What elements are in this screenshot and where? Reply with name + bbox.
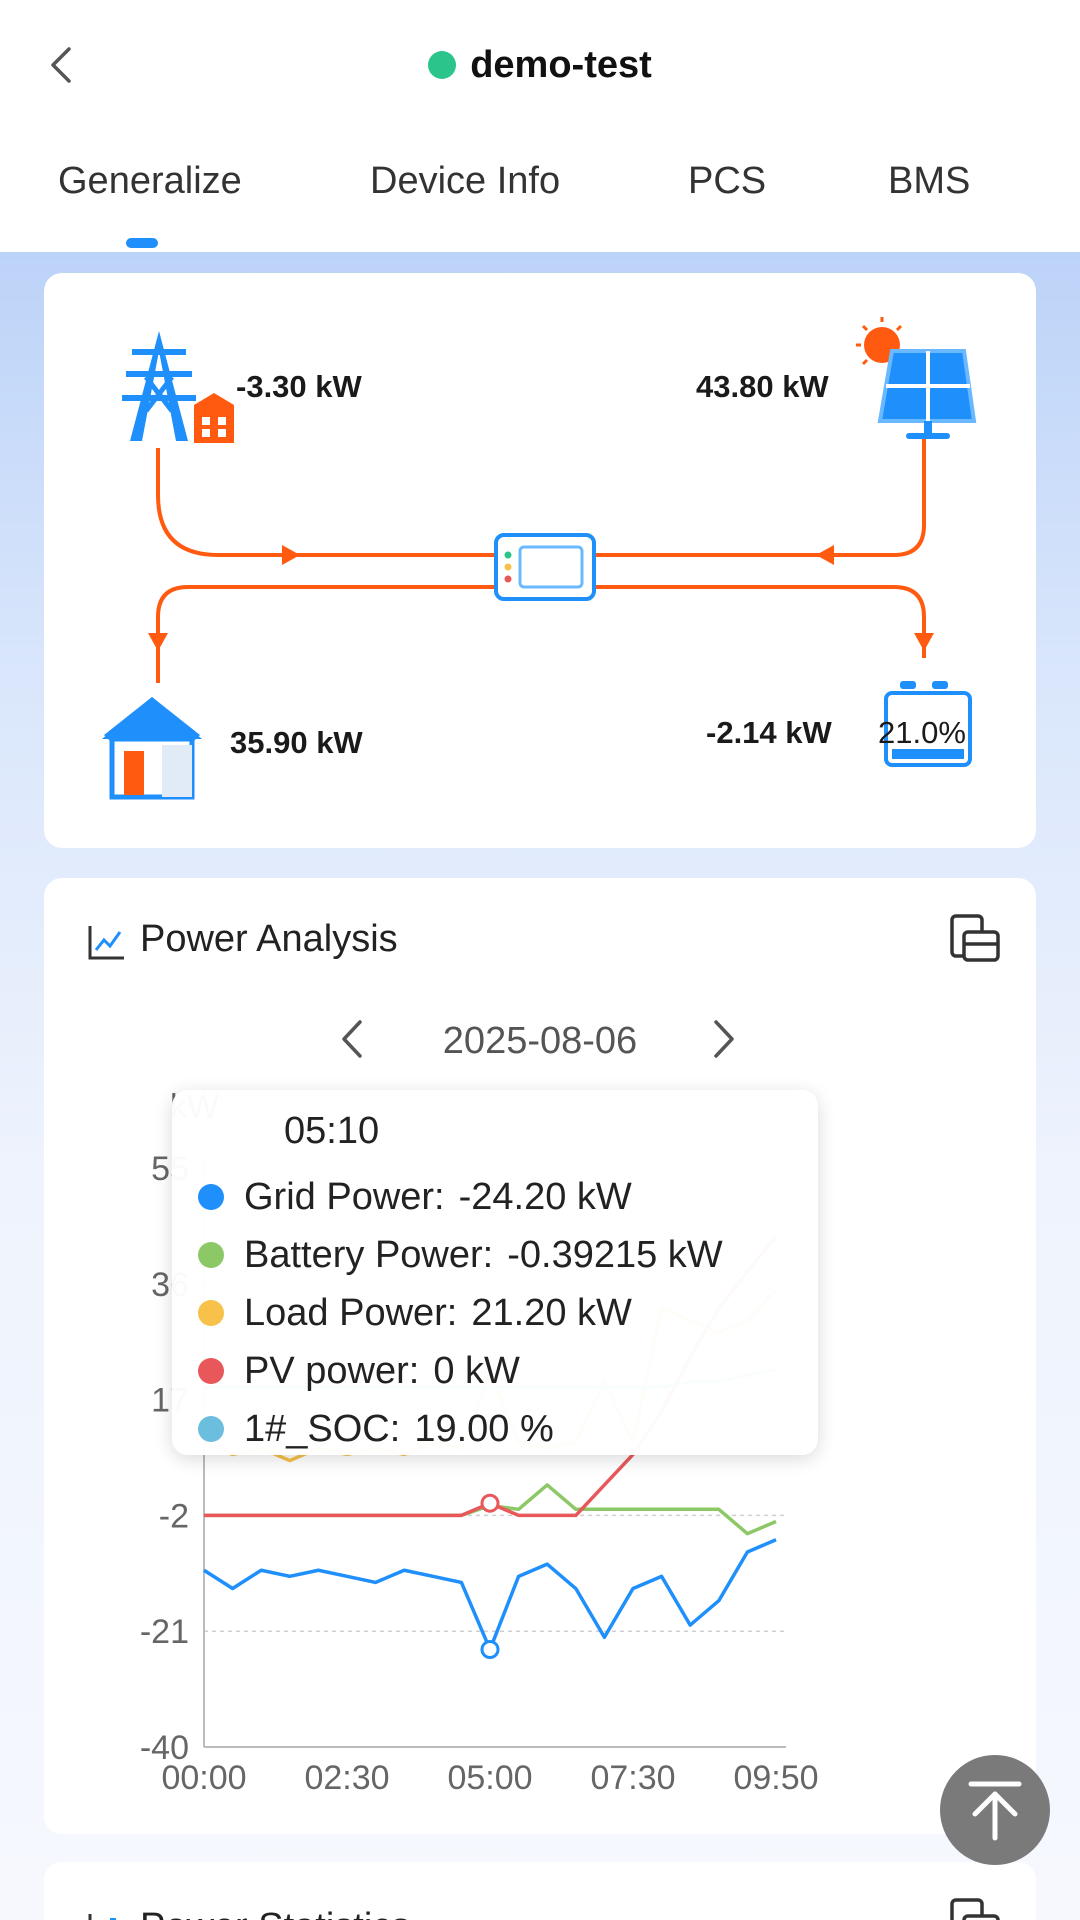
highlight-point bbox=[480, 1493, 500, 1513]
tooltip-series-value: 19.00 % bbox=[414, 1407, 554, 1450]
battery-soc-value: 21.0% bbox=[878, 715, 966, 750]
energy-flow-card: -3.30 kW 43.80 kW 35.90 kW -2.14 kW 21.0… bbox=[44, 273, 1036, 848]
energy-flow-diagram bbox=[102, 317, 977, 800]
grid-power-value: -3.30 kW bbox=[236, 369, 362, 404]
house-icon bbox=[102, 697, 202, 800]
x-tick-label: 02:30 bbox=[304, 1759, 389, 1797]
series-line bbox=[203, 1538, 777, 1652]
tooltip-series-label: PV power: bbox=[244, 1349, 420, 1392]
tooltip-series-value: 0 kW bbox=[433, 1349, 520, 1392]
y-tick-label: -2 bbox=[159, 1497, 189, 1535]
tooltip-row: PV power: 0 kW bbox=[198, 1346, 520, 1396]
tooltip-series-label: Load Power: bbox=[244, 1291, 458, 1334]
tooltip-series-value: 21.20 kW bbox=[471, 1291, 632, 1334]
tooltip-series-dot bbox=[198, 1416, 224, 1442]
pv-power-value: 43.80 kW bbox=[696, 369, 829, 404]
tooltip-row: Battery Power: -0.39215 kW bbox=[198, 1230, 723, 1280]
arrow-right bbox=[282, 545, 300, 565]
tooltip-series-label: Grid Power: bbox=[244, 1175, 445, 1218]
tooltip-time: 05:10 bbox=[284, 1110, 380, 1152]
y-tick-label: -21 bbox=[140, 1613, 189, 1651]
tooltip-row: Load Power: 21.20 kW bbox=[198, 1288, 632, 1338]
page-title: demo-test bbox=[470, 43, 652, 86]
arrow-down-load bbox=[148, 633, 168, 651]
tooltip-series-dot bbox=[198, 1184, 224, 1210]
tooltip-series-dot bbox=[198, 1358, 224, 1384]
power-statistics-card: Power Statistics bbox=[44, 1862, 1036, 1920]
bar-chart-icon bbox=[88, 1914, 116, 1920]
power-tower-icon bbox=[122, 331, 234, 443]
battery-power-value: -2.14 kW bbox=[706, 715, 832, 750]
tooltip-series-label: 1#_SOC: bbox=[244, 1407, 401, 1450]
x-tick-label: 07:30 bbox=[590, 1759, 675, 1797]
tooltip-series-dot bbox=[198, 1300, 224, 1326]
load-power-value: 35.90 kW bbox=[230, 725, 363, 760]
chart-tooltip: 05:10 Grid Power: -24.20 kW Battery Powe… bbox=[172, 1090, 818, 1455]
tooltip-series-value: -0.39215 kW bbox=[507, 1233, 723, 1276]
x-tick-label: 09:50 bbox=[733, 1759, 818, 1797]
title-bar: demo-test bbox=[0, 38, 1080, 92]
solar-panel-icon bbox=[856, 317, 977, 439]
tab-device-info[interactable]: Device Info bbox=[370, 160, 560, 203]
tab-bar: Generalize Device Info PCS BMS bbox=[0, 160, 1080, 250]
x-tick-label: 05:00 bbox=[447, 1759, 532, 1797]
tab-generalize[interactable]: Generalize bbox=[58, 160, 242, 203]
x-tick-label: 00:00 bbox=[161, 1759, 246, 1797]
power-statistics-title: Power Statistics bbox=[140, 1906, 410, 1920]
tooltip-row: 1#_SOC: 19.00 % bbox=[198, 1404, 554, 1454]
scroll-to-top-button[interactable] bbox=[940, 1755, 1050, 1865]
arrow-left bbox=[816, 545, 834, 565]
tooltip-row: Grid Power: -24.20 kW bbox=[198, 1172, 632, 1222]
tooltip-series-dot bbox=[198, 1242, 224, 1268]
online-status-dot bbox=[428, 51, 457, 79]
active-tab-indicator bbox=[126, 238, 158, 248]
arrow-up-icon bbox=[968, 1781, 1022, 1841]
tooltip-series-label: Battery Power: bbox=[244, 1233, 494, 1276]
tab-pcs[interactable]: PCS bbox=[688, 160, 766, 203]
export-icon[interactable] bbox=[950, 1898, 1002, 1920]
highlight-point bbox=[480, 1639, 500, 1659]
header: demo-test Generalize Device Info PCS BMS bbox=[0, 0, 1080, 250]
tab-bms[interactable]: BMS bbox=[888, 160, 970, 203]
tooltip-series-value: -24.20 kW bbox=[458, 1175, 632, 1218]
arrow-down-battery bbox=[914, 633, 934, 651]
inverter-icon bbox=[494, 533, 596, 601]
